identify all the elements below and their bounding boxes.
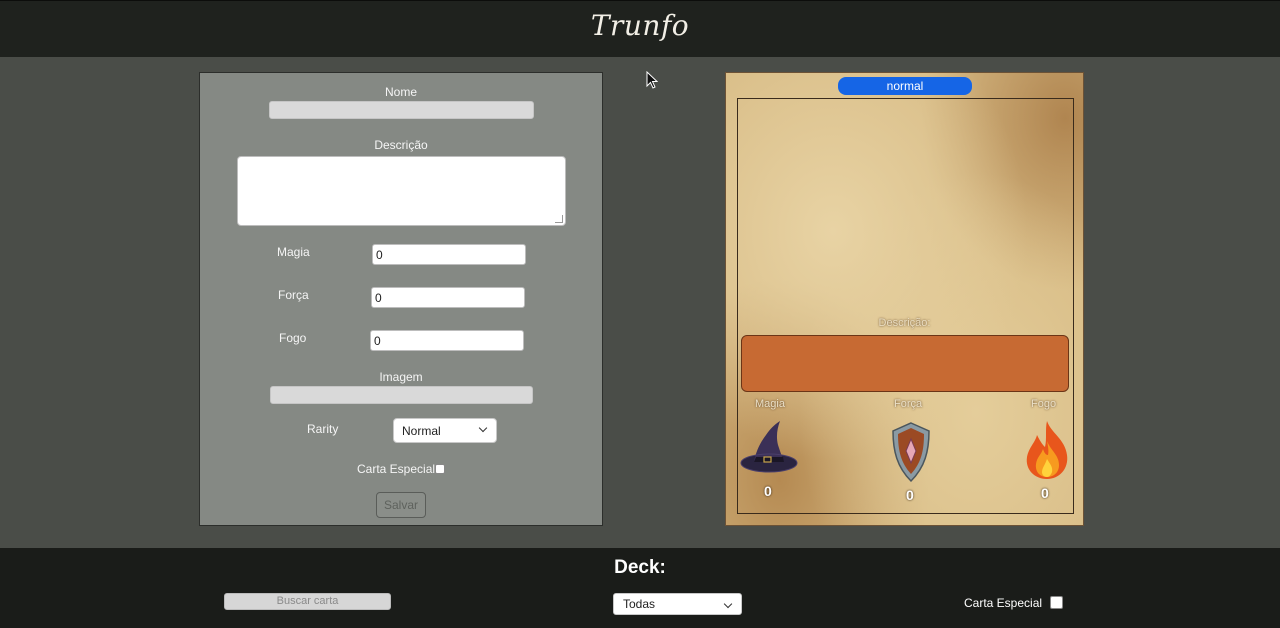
card-description-box <box>741 335 1069 392</box>
description-label: Descrição <box>374 138 428 152</box>
forca-label: Força <box>278 288 309 302</box>
wizard-hat-icon <box>740 419 800 484</box>
name-input[interactable] <box>269 101 534 119</box>
card-form: Nome Descrição Magia Força Fogo Imagem R… <box>199 72 603 526</box>
deck-title: Deck: <box>614 557 666 578</box>
search-input[interactable]: Buscar carta <box>224 593 391 610</box>
fogo-label: Fogo <box>279 331 307 345</box>
fogo-input[interactable] <box>370 330 524 351</box>
chevron-down-icon <box>478 423 488 433</box>
app-title: Trunfo <box>590 9 690 42</box>
rarity-filter-select[interactable]: Todas <box>613 593 742 615</box>
card-fogo-label: Fogo <box>1031 398 1057 410</box>
forca-input[interactable] <box>371 287 525 308</box>
card-magia-label: Magia <box>755 398 785 410</box>
magia-input[interactable] <box>372 244 526 265</box>
card-preview: normal Descrição: Magia Força Fogo 0 0 0 <box>725 72 1084 526</box>
card-fogo-value: 0 <box>1041 485 1049 501</box>
magia-label: Magia <box>277 245 310 259</box>
rarity-label: Rarity <box>307 422 339 436</box>
footer-special-label: Carta Especial <box>964 596 1043 610</box>
rarity-select[interactable]: Normal <box>393 418 497 443</box>
special-label: Carta Especial <box>357 462 436 476</box>
chevron-down-icon <box>723 599 733 609</box>
card-magia-value: 0 <box>764 483 772 499</box>
card-description-label: Descrição: <box>878 317 931 329</box>
image-label: Imagem <box>379 370 423 384</box>
card-forca-label: Força <box>894 398 923 410</box>
special-checkbox[interactable] <box>435 464 445 474</box>
shield-icon <box>889 421 933 488</box>
save-button[interactable]: Salvar <box>376 492 426 518</box>
resize-grip-icon[interactable] <box>555 215 563 223</box>
card-forca-value: 0 <box>906 487 914 503</box>
app-header: Trunfo <box>0 0 1280 57</box>
rarity-badge: normal <box>838 77 972 95</box>
image-input[interactable] <box>270 386 533 404</box>
name-label: Nome <box>384 85 417 99</box>
rarity-filter-value: Todas <box>623 597 656 611</box>
mouse-cursor-icon <box>646 70 659 94</box>
deck-bar: Deck: Buscar carta Todas Carta Especial <box>0 548 1280 628</box>
fire-icon <box>1021 419 1073 486</box>
footer-special-checkbox[interactable] <box>1050 596 1063 609</box>
description-textarea[interactable] <box>237 156 566 226</box>
rarity-select-value: Normal <box>402 424 441 438</box>
